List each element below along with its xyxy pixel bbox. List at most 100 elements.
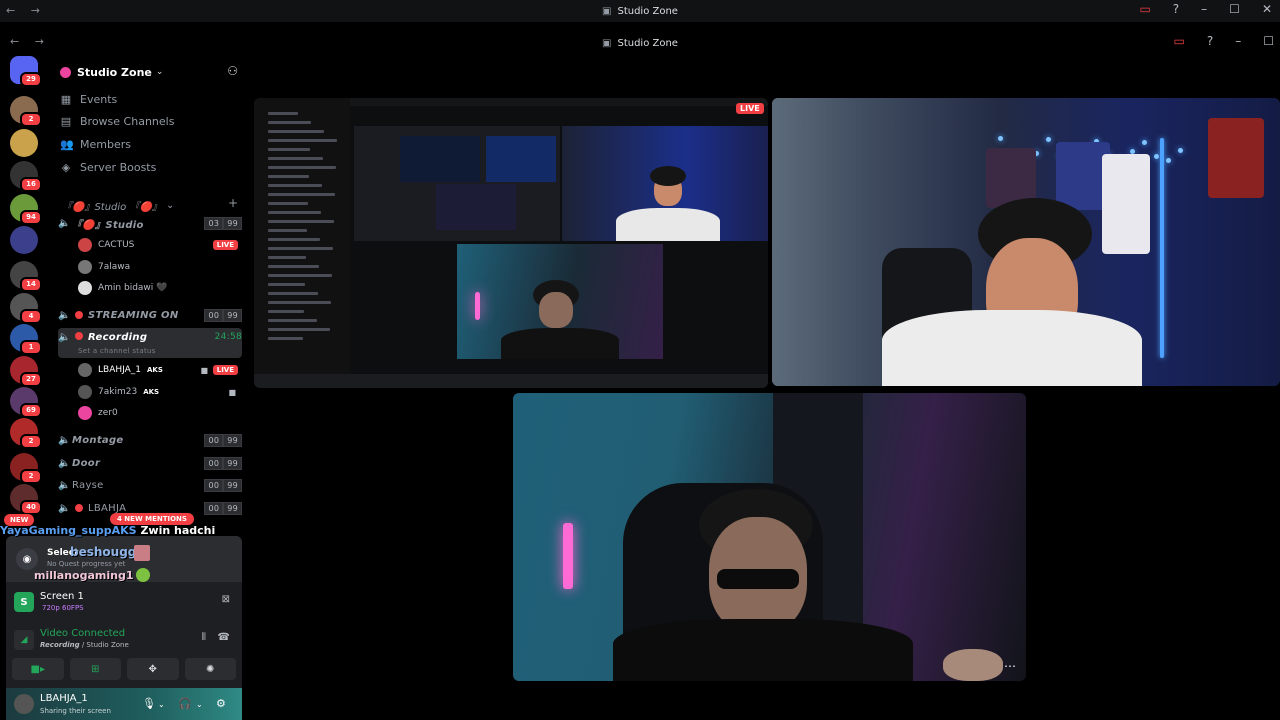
disconnect-icon[interactable]: ☎ [218, 632, 230, 643]
server-icon-server-7[interactable]: 4 [10, 293, 42, 324]
camera-tile[interactable] [772, 98, 1280, 386]
mention-badge: 27 [20, 372, 42, 387]
nav-server-boosts[interactable]: ◈ Server Boosts [60, 158, 157, 176]
minimize-icon[interactable]: – [1201, 2, 1207, 16]
avatar[interactable] [14, 694, 34, 714]
chevron-down-icon[interactable]: ⌄ [158, 700, 165, 709]
camera-tile[interactable]: ⋯ [513, 393, 1026, 681]
voice-user[interactable]: Amin bidawi 🖤 [78, 279, 240, 297]
nav-browse-channels[interactable]: ▤ Browse Channels [60, 112, 175, 130]
speaker-icon: 🔈 [58, 457, 71, 469]
voice-channel-door[interactable]: 🔈 Door 00 99 [58, 453, 242, 473]
os-nav-arrows[interactable]: ← → [6, 4, 46, 17]
live-badge: LIVE [736, 103, 764, 114]
stream-preview-row[interactable]: S Screen 1 720p 60FPS ⊠ [6, 588, 242, 616]
screen-icon: S [14, 592, 34, 612]
voice-user[interactable]: zer0 [78, 404, 240, 422]
mini-sidebar [254, 98, 350, 388]
gear-icon[interactable]: ⚙ [216, 697, 226, 710]
mini-sidebar-line [268, 283, 305, 286]
stop-stream-icon[interactable]: ⊠ [222, 594, 230, 605]
avatar [78, 238, 92, 252]
add-channel-icon[interactable]: + [228, 196, 238, 210]
server-icon-folder[interactable] [10, 226, 38, 254]
user-limit: 00 99 [204, 433, 242, 447]
monitor-icon[interactable]: ▭ [1174, 34, 1185, 48]
speaker-icon: 🔈 [58, 217, 71, 229]
server-icon-server-9[interactable]: 27 [10, 356, 42, 387]
nav-events[interactable]: ▦ Events [60, 90, 117, 108]
monitor-icon[interactable]: ▭ [1139, 2, 1150, 16]
nav-members[interactable]: 👥 Members [60, 135, 131, 153]
server-icon-server-3[interactable]: 16 [10, 161, 42, 192]
more-options-icon[interactable]: ⋯ [1004, 659, 1016, 673]
invite-icon[interactable]: ⚇ [227, 64, 238, 78]
server-icon-server-12[interactable]: 2 [10, 453, 42, 484]
mention-badge: 1 [20, 340, 42, 355]
led-light [998, 136, 1003, 141]
server-icon-server-10[interactable]: 69 [10, 387, 42, 418]
server-icon-server-4[interactable]: 94 [10, 194, 42, 225]
maximize-icon[interactable]: ☐ [1263, 34, 1274, 48]
server-icon-server-11[interactable]: 2 [10, 418, 42, 449]
voice-user[interactable]: 7alawa [78, 258, 240, 276]
mention-badge: 2 [20, 434, 42, 449]
mention-badge: 69 [20, 403, 42, 418]
mini-sidebar-line [268, 202, 308, 205]
mention-badge: 94 [20, 210, 42, 225]
user-limit: 00 99 [204, 501, 242, 515]
screen-share-tile[interactable]: LIVE [254, 98, 768, 388]
led-light [1178, 147, 1183, 153]
activities-button[interactable]: ✥ [127, 658, 179, 680]
red-dot-icon [75, 332, 83, 340]
category-studio[interactable]: 『🔴』Studio 『🔴』 ⌄ + [62, 196, 238, 213]
voice-channel-studio[interactable]: 🔈 『🔴』Studio 03 99 [58, 213, 242, 233]
led-light [1154, 154, 1159, 160]
soundboard-button[interactable]: ✺ [184, 658, 236, 680]
server-icon-server-6[interactable]: 14 [10, 261, 42, 292]
os-titlebar: ← → ▣ Studio Zone ▭ ? – ☐ ✕ [0, 0, 1280, 22]
app-nav-arrows[interactable]: ← → [10, 35, 50, 48]
maximize-icon[interactable]: ☐ [1229, 2, 1240, 16]
red-dot-icon [75, 504, 83, 512]
channel-status[interactable]: Set a channel status [78, 347, 156, 355]
voice-action-buttons: ■▸ ⊞ ✥ ✺ [12, 658, 236, 680]
quest-icon: ◉ [16, 548, 38, 570]
voice-channel-recording[interactable]: 🔈 Recording 24:58 Set a channel status [58, 328, 242, 358]
server-icon-server-8[interactable]: 1 [10, 324, 42, 355]
boost-icon: ◈ [61, 160, 71, 174]
voice-user[interactable]: 7akim23 AKS ■ [78, 383, 240, 401]
close-icon[interactable]: ✕ [1262, 2, 1272, 16]
camera-button[interactable]: ■▸ [12, 658, 64, 680]
app-window-title: ▣ Studio Zone [602, 37, 678, 49]
share-screen-button[interactable]: ⊞ [69, 658, 121, 680]
guild-header[interactable]: Studio Zone ⌄ ⚇ [52, 60, 246, 84]
noise-suppression-icon[interactable]: ⦀ [202, 632, 206, 643]
minimize-icon[interactable]: – [1235, 34, 1241, 48]
headphones-icon[interactable]: 🎧 [178, 697, 192, 710]
server-icon-server-13[interactable]: 40 [10, 484, 42, 515]
user-panel: LBAHJA_1 Sharing their screen 🎙 ⌄ 🎧 ⌄ ⚙ [6, 688, 242, 720]
voice-user[interactable]: CACTUS LIVE [78, 236, 240, 254]
signal-icon: ◢ [14, 630, 34, 650]
os-window-title: ▣ Studio Zone [602, 5, 678, 17]
led-light [1166, 157, 1171, 163]
mini-taskbar [254, 374, 768, 388]
speaker-icon: 🔈 [58, 332, 71, 343]
avatar [78, 260, 92, 274]
mini-sidebar-line [268, 328, 330, 331]
server-icon-direct-messages[interactable]: 29 [10, 56, 42, 87]
microphone-icon[interactable]: 🎙 [142, 697, 156, 710]
voice-channel-montage[interactable]: 🔈 Montage 00 99 [58, 430, 242, 450]
help-icon[interactable]: ? [1173, 2, 1179, 16]
chevron-down-icon[interactable]: ⌄ [196, 700, 203, 709]
avatar [78, 363, 92, 377]
voice-channel-rayse[interactable]: 🔈 Rayse 00 99 [58, 475, 242, 495]
mention-badge: 29 [20, 72, 42, 87]
help-icon[interactable]: ? [1207, 34, 1213, 48]
mini-sidebar-line [268, 274, 332, 277]
server-icon-server-1[interactable]: 2 [10, 96, 42, 127]
voice-channel-streaming[interactable]: 🔈 STREAMING ON 00 99 [58, 305, 242, 325]
server-icon-server-2[interactable] [10, 129, 38, 157]
voice-user[interactable]: LBAHJA_1 AKS ■ LIVE [78, 361, 240, 379]
